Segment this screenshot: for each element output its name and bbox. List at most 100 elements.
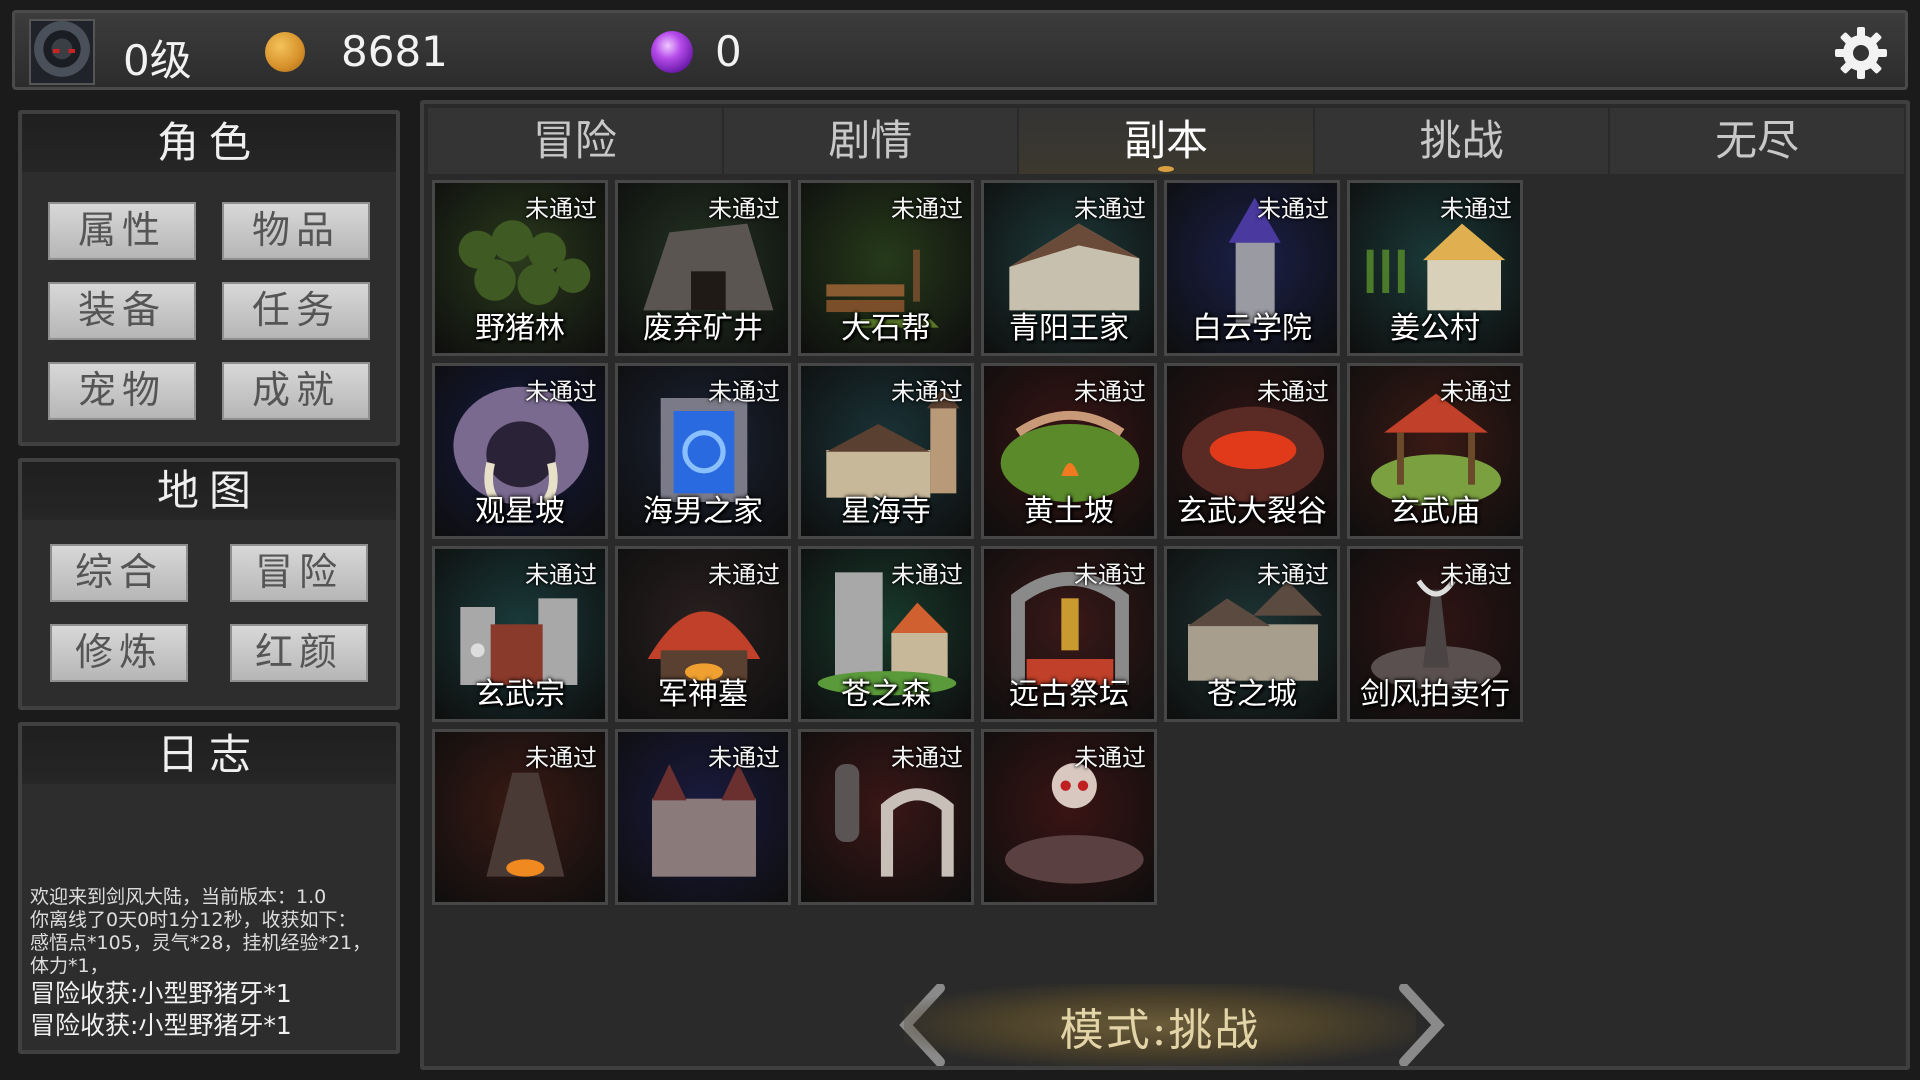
tab-endless[interactable]: 无尽	[1610, 108, 1904, 174]
gold-amount: 8681	[341, 27, 448, 76]
dungeon-status: 未通过	[708, 561, 780, 589]
dungeon-name: 姜公村	[1390, 311, 1480, 346]
dungeon-tile[interactable]: 未通过野猪林	[432, 180, 608, 356]
dungeon-tile[interactable]: 未通过 玄武庙	[1347, 363, 1523, 539]
dungeon-tile[interactable]: 未通过黄土坡	[981, 363, 1157, 539]
next-mode-arrow-icon[interactable]	[1392, 984, 1452, 1066]
pets-button[interactable]: 宠物	[48, 362, 196, 420]
tab-dungeon[interactable]: 副本	[1019, 108, 1315, 174]
dungeon-status: 未通过	[708, 195, 780, 223]
dungeon-name: 玄武宗	[475, 677, 565, 712]
dungeon-name: 苍之城	[1207, 677, 1297, 712]
dungeon-status: 未通过	[1074, 195, 1146, 223]
dungeon-tile[interactable]: 未通过青阳王家	[981, 180, 1157, 356]
dungeon-tile[interactable]: 未通过	[981, 729, 1157, 905]
log-line: 你离线了0天0时1分12秒，收获如下：	[30, 909, 357, 931]
log-line: 感悟点*105，灵气*28，挂机经验*21，	[30, 932, 372, 954]
dungeon-name: 军神墓	[658, 677, 748, 712]
dungeon-tile[interactable]: 未通过玄武宗	[432, 546, 608, 722]
dungeon-tile[interactable]: 未通过	[432, 729, 608, 905]
dungeon-tile[interactable]: 未通过大石帮	[798, 180, 974, 356]
dungeon-status: 未通过	[1074, 378, 1146, 406]
tab-challenge[interactable]: 挑战	[1315, 108, 1611, 174]
gold-coin-icon	[265, 32, 305, 72]
dungeon-tile[interactable]: 未通过玄武大裂谷	[1164, 363, 1340, 539]
dungeon-panel: 冒险 剧情 副本 挑战 无尽 未通过 野猪林 未通过 废弃矿井 未通过 大石帮 未通过 青阳王…	[420, 100, 1910, 1070]
dungeon-tile[interactable]: 未通过军神墓	[615, 546, 791, 722]
dungeon-tile[interactable]: 未通过姜公村	[1347, 180, 1523, 356]
dungeon-name: 海男之家	[643, 494, 763, 529]
map-panel: 地图 综合 冒险 修炼 红颜	[18, 458, 400, 710]
dungeon-status: 未通过	[1257, 561, 1329, 589]
loot-line: 冒险收获:小型野猪牙*1	[30, 979, 292, 1008]
purple-gem-icon	[651, 31, 693, 73]
dungeon-tile[interactable]: 未通过	[798, 729, 974, 905]
dungeon-status: 未通过	[1074, 561, 1146, 589]
dungeon-tile[interactable]: 未通过苍之城	[1164, 546, 1340, 722]
dungeon-status: 未通过	[1257, 378, 1329, 406]
dungeon-tile[interactable]: 未通过	[615, 729, 791, 905]
log-panel-title: 日志	[22, 726, 396, 784]
role-panel: 角色 属性 物品 装备 任务 宠物 成就	[18, 110, 400, 446]
player-level: 0级	[123, 36, 192, 85]
attributes-button[interactable]: 属性	[48, 202, 196, 260]
dungeon-status: 未通过	[891, 744, 963, 772]
beauties-button[interactable]: 红颜	[230, 624, 368, 682]
dungeon-name: 废弃矿井	[643, 311, 763, 346]
dungeon-status: 未通过	[525, 378, 597, 406]
loot-line: 冒险收获:小型野猪牙*1	[30, 1011, 292, 1040]
dungeon-status: 未通过	[1257, 195, 1329, 223]
quests-button[interactable]: 任务	[222, 282, 370, 340]
dungeon-name: 青阳王家	[1009, 311, 1129, 346]
top-status-bar: 0级 8681 0	[12, 10, 1908, 90]
dungeon-status: 未通过	[891, 195, 963, 223]
mode-selector[interactable]: 模式:挑战	[904, 984, 1416, 1066]
log-panel: 日志 欢迎来到剑风大陆，当前版本：1.0 你离线了0天0时1分12秒，收获如下：…	[18, 722, 400, 1054]
dungeon-status: 未通过	[708, 378, 780, 406]
log-messages: 欢迎来到剑风大陆，当前版本：1.0 你离线了0天0时1分12秒，收获如下： 感悟…	[30, 886, 390, 1042]
dungeon-name: 苍之森	[841, 677, 931, 712]
dungeon-name: 远古祭坛	[1009, 677, 1129, 712]
dungeon-status: 未通过	[1074, 744, 1146, 772]
dungeon-tile[interactable]: 未通过海男之家	[615, 363, 791, 539]
general-map-button[interactable]: 综合	[50, 544, 188, 602]
dungeon-grid: 未通过 野猪林 未通过 废弃矿井 未通过 大石帮 未通过 青阳王家 未通过 白云学院 未通过 姜公村未…	[432, 180, 1902, 980]
dungeon-name: 剑风拍卖行	[1360, 677, 1510, 712]
dungeon-status: 未通过	[891, 561, 963, 589]
gem-amount: 0	[715, 27, 742, 76]
items-button[interactable]: 物品	[222, 202, 370, 260]
dungeon-tile[interactable]: 未通过观星坡	[432, 363, 608, 539]
dungeon-name: 黄土坡	[1024, 494, 1114, 529]
dungeon-name: 大石帮	[841, 311, 931, 346]
dungeon-tile[interactable]: 未通过 剑风拍卖行	[1347, 546, 1523, 722]
log-line: 体力*1，	[30, 955, 109, 977]
dungeon-status: 未通过	[525, 744, 597, 772]
dungeon-tile[interactable]: 未通过远古祭坛	[981, 546, 1157, 722]
dungeon-name: 观星坡	[475, 494, 565, 529]
dungeon-name: 玄武大裂谷	[1177, 494, 1327, 529]
dungeon-tile[interactable]: 未通过苍之森	[798, 546, 974, 722]
cultivate-button[interactable]: 修炼	[50, 624, 188, 682]
dungeon-status: 未通过	[708, 744, 780, 772]
role-panel-title: 角色	[22, 114, 396, 172]
dungeon-status: 未通过	[525, 561, 597, 589]
dungeon-status: 未通过	[891, 378, 963, 406]
gear-icon[interactable]	[1831, 23, 1891, 83]
log-line: 欢迎来到剑风大陆，当前版本：1.0	[30, 886, 327, 908]
dungeon-tile[interactable]: 未通过星海寺	[798, 363, 974, 539]
mode-label: 模式:挑战	[1059, 1005, 1261, 1056]
mode-tabs: 冒险 剧情 副本 挑战 无尽	[428, 108, 1904, 174]
dungeon-tile[interactable]: 未通过 白云学院	[1164, 180, 1340, 356]
tab-adventure[interactable]: 冒险	[428, 108, 724, 174]
hooded-avatar-icon[interactable]	[29, 19, 95, 85]
dungeon-status: 未通过	[525, 195, 597, 223]
dungeon-tile[interactable]: 未通过废弃矿井	[615, 180, 791, 356]
achievements-button[interactable]: 成就	[222, 362, 370, 420]
dungeon-status: 未通过	[1440, 378, 1512, 406]
adventure-map-button[interactable]: 冒险	[230, 544, 368, 602]
tab-story[interactable]: 剧情	[724, 108, 1020, 174]
equipment-button[interactable]: 装备	[48, 282, 196, 340]
dungeon-status: 未通过	[1440, 195, 1512, 223]
dungeon-name: 野猪林	[475, 311, 565, 346]
dungeon-name: 星海寺	[841, 494, 931, 529]
